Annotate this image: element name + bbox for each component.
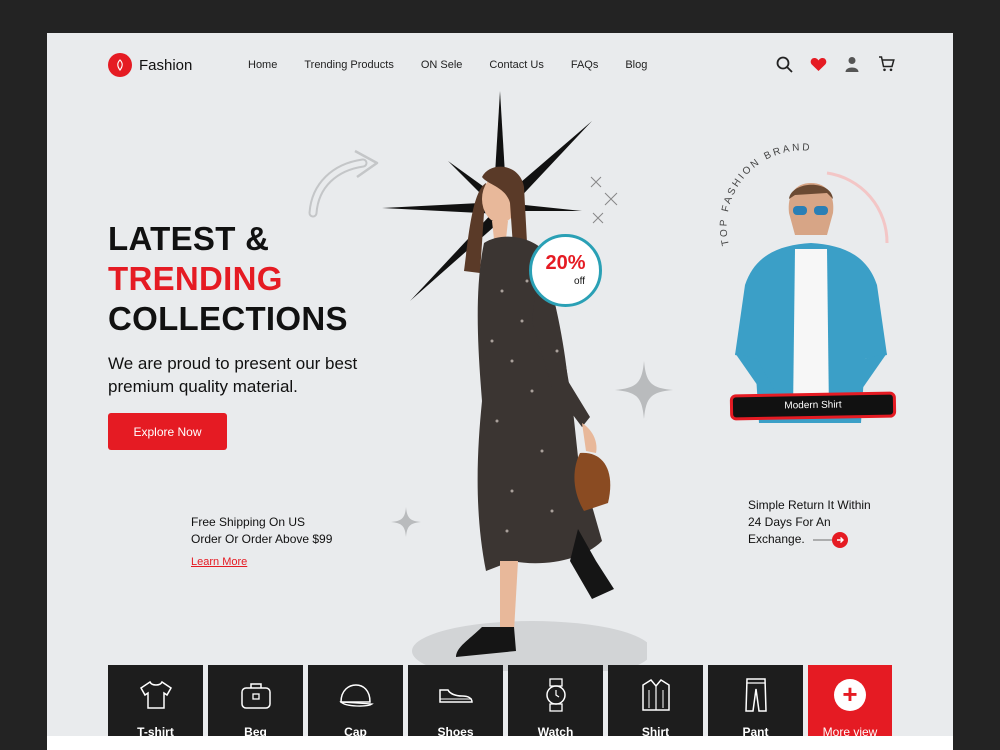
hero-title-line3: COLLECTIONS [108,300,348,337]
promo-model-image [735,183,887,423]
bag-icon [237,677,275,713]
discount-suffix: off [574,276,585,287]
returns-text-line1: Simple Return It Within [748,498,871,512]
search-icon[interactable] [775,55,793,73]
cap-icon [337,677,375,713]
hero-model-image [412,166,647,671]
header-actions [775,55,895,73]
discount-badge: 20% off [529,234,602,307]
shipping-text-line2: Order Or Order Above $99 [191,532,333,546]
heart-icon[interactable] [809,55,827,73]
main-nav: Home Trending Products ON Sele Contact U… [248,59,674,71]
hero-subtitle: We are proud to present our best premium… [108,354,358,396]
bottom-strip [47,736,953,750]
hero-title: LATEST & TRENDING COLLECTIONS [108,219,348,339]
plus-icon: + [834,679,866,711]
shipping-info: Free Shipping On US Order Or Order Above… [191,514,361,548]
shipping-text-line1: Free Shipping On US [191,515,306,529]
curved-arrow-icon [308,149,379,218]
nav-item-on-sale[interactable]: ON Sele [421,59,463,71]
hero-title-line2: TRENDING [108,260,283,297]
nav-item-blog[interactable]: Blog [625,59,647,71]
explore-now-button[interactable]: Explore Now [108,413,227,450]
hero-title-line1: LATEST & [108,220,270,257]
discount-value: 20% [545,252,586,274]
product-label-tag[interactable]: Modern Shirt [729,391,897,421]
nav-item-trending-products[interactable]: Trending Products [304,59,393,71]
arrow-right-icon[interactable] [813,531,849,549]
user-icon[interactable] [843,55,861,73]
nav-item-home[interactable]: Home [248,59,277,71]
cart-icon[interactable] [877,55,895,73]
watch-icon [537,677,575,713]
brand-name: Fashion [139,56,193,74]
nav-item-contact-us[interactable]: Contact Us [489,59,543,71]
pant-icon [737,677,775,713]
shirt-icon [637,677,675,713]
learn-more-link[interactable]: Learn More [191,556,247,568]
shoe-icon [437,677,475,713]
brand-logo[interactable]: Fashion [108,53,192,77]
returns-text-line2: 24 Days For An [748,515,831,529]
tshirt-icon [137,677,175,713]
logo-mark-icon [108,53,132,77]
nav-item-faqs[interactable]: FAQs [571,59,599,71]
page-frame: Fashion Home Trending Products ON Sele C… [47,33,953,750]
